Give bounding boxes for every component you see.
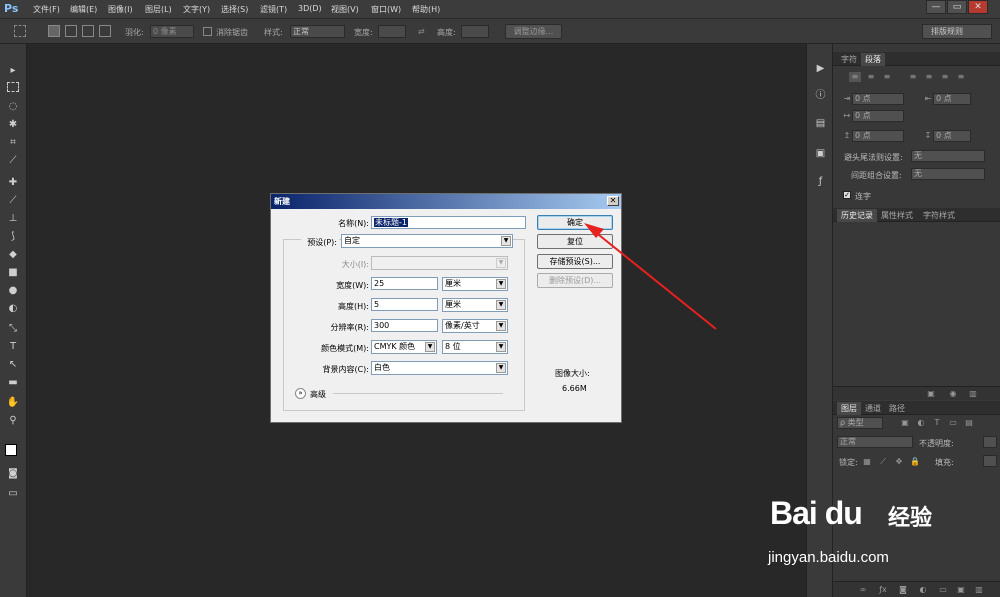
watermark-logo: Bai du [770,495,863,531]
watermark-url: jingyan.baidu.com [768,549,889,566]
baidu-watermark: Bai du 经验 jingyan.baidu.com [765,487,980,577]
watermark-text: 经验 [888,506,933,531]
